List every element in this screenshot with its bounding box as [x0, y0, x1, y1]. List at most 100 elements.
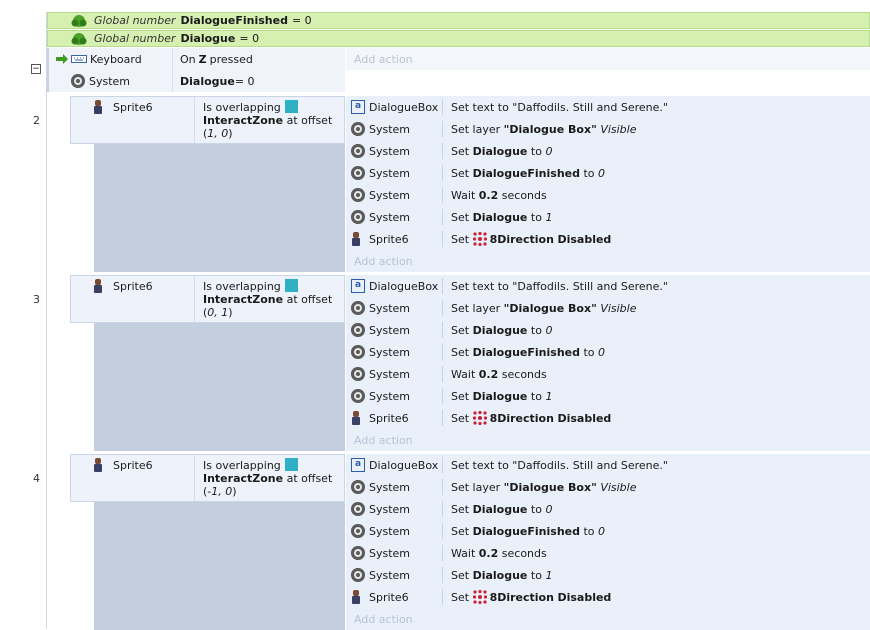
action-row[interactable]: Sprite6 Set 8Direction Disabled: [346, 586, 870, 608]
action-row[interactable]: System Wait 0.2 seconds: [346, 184, 870, 206]
action-separator: [442, 143, 443, 159]
interactzone-icon: [284, 279, 298, 292]
condition-text: On Z pressed: [180, 52, 253, 66]
action-row[interactable]: System Wait 0.2 seconds: [346, 363, 870, 385]
action-object: System: [346, 345, 442, 359]
action-object: System: [346, 389, 442, 403]
action-separator: [442, 300, 443, 316]
condition-keyboard[interactable]: Keyboard: [55, 48, 142, 70]
action-object: a DialogueBox: [346, 458, 442, 472]
condition-object-cell: Sprite6: [93, 458, 153, 472]
action-object: Sprite6: [346, 411, 442, 425]
add-action-button[interactable]: Add action: [354, 608, 413, 630]
action-object: System: [346, 502, 442, 516]
gear-icon: [351, 301, 365, 315]
action-text: Set 8Direction Disabled: [451, 590, 612, 604]
arrow-icon: [56, 54, 68, 64]
action-row[interactable]: System Set Dialogue to 0: [346, 498, 870, 520]
action-row[interactable]: Sprite6 Set 8Direction Disabled: [346, 228, 870, 250]
action-separator: [442, 501, 443, 517]
global-variable-kind: Global number: [94, 32, 176, 45]
gear-icon: [71, 74, 85, 88]
global-variable-row[interactable]: Global number DialogueFinished = 0: [47, 12, 870, 29]
sprite-icon: [351, 411, 365, 425]
action-separator: [442, 165, 443, 181]
gear-icon: [351, 345, 365, 359]
action-object: System: [346, 367, 442, 381]
event-1-actions: [346, 48, 870, 70]
condition-is-overlapping[interactable]: Sprite6 Is overlapping InteractZone at o…: [70, 454, 345, 502]
global-variable-row[interactable]: Global number Dialogue = 0: [47, 30, 870, 47]
action-row[interactable]: a DialogueBox Set text to "Daffodils. Sti…: [346, 96, 870, 118]
global-variable-value: = 0: [239, 32, 260, 45]
gear-icon: [351, 480, 365, 494]
action-separator: [442, 322, 443, 338]
action-text: Set layer "Dialogue Box" Visible: [451, 480, 637, 494]
condition-text: Dialogue = 0: [180, 74, 255, 88]
gear-icon: [351, 122, 365, 136]
add-action-button[interactable]: Add action: [354, 48, 413, 70]
action-object: System: [346, 210, 442, 224]
action-row[interactable]: System Set layer "Dialogue Box" Visible: [346, 476, 870, 498]
action-row[interactable]: System Set layer "Dialogue Box" Visible: [346, 118, 870, 140]
action-text: Wait 0.2 seconds: [451, 188, 547, 202]
condition-separator: [194, 455, 195, 501]
action-separator: [442, 457, 443, 473]
action-row[interactable]: Sprite6 Set 8Direction Disabled: [346, 407, 870, 429]
action-object: System: [346, 568, 442, 582]
collapse-toggle[interactable]: −: [31, 64, 41, 74]
sprite-icon: [93, 458, 103, 472]
action-separator: [442, 209, 443, 225]
action-row[interactable]: System Set Dialogue to 1: [346, 385, 870, 407]
add-action-button[interactable]: Add action: [354, 429, 413, 451]
action-row[interactable]: a DialogueBox Set text to "Daffodils. Sti…: [346, 275, 870, 297]
action-row[interactable]: System Set Dialogue to 1: [346, 564, 870, 586]
gear-icon: [351, 144, 365, 158]
sprite-icon: [351, 232, 365, 246]
action-row[interactable]: System Set DialogueFinished to 0: [346, 162, 870, 184]
action-row[interactable]: System Set layer "Dialogue Box" Visible: [346, 297, 870, 319]
action-object: System: [346, 122, 442, 136]
text-icon: a: [351, 458, 365, 472]
action-text: Set 8Direction Disabled: [451, 411, 612, 425]
action-separator: [442, 479, 443, 495]
condition-system[interactable]: System: [71, 70, 130, 92]
action-row[interactable]: System Set DialogueFinished to 0: [346, 341, 870, 363]
gear-icon: [351, 367, 365, 381]
action-object: System: [346, 323, 442, 337]
action-text: Set Dialogue to 1: [451, 210, 553, 224]
condition-object: System: [89, 74, 131, 88]
action-separator: [442, 523, 443, 539]
action-row[interactable]: System Set DialogueFinished to 0: [346, 520, 870, 542]
action-row[interactable]: System Set Dialogue to 1: [346, 206, 870, 228]
action-row[interactable]: System Wait 0.2 seconds: [346, 542, 870, 564]
action-row[interactable]: a DialogueBox Set text to "Daffodils. Sti…: [346, 454, 870, 476]
event-block-fill: [94, 322, 345, 451]
gear-icon: [351, 502, 365, 516]
keyboard-icon: [71, 55, 87, 63]
event-line-number: 3: [33, 293, 40, 306]
action-text: Set Dialogue to 0: [451, 323, 553, 337]
condition-is-overlapping[interactable]: Sprite6 Is overlapping InteractZone at o…: [70, 275, 345, 323]
action-row[interactable]: System Set Dialogue to 0: [346, 140, 870, 162]
action-text: Wait 0.2 seconds: [451, 546, 547, 560]
action-text: Set text to "Daffodils. Still and Serene…: [451, 279, 668, 293]
action-text: Set Dialogue to 1: [451, 389, 553, 403]
global-variable-icon: [71, 32, 87, 45]
action-separator: [442, 121, 443, 137]
add-action-button[interactable]: Add action: [354, 250, 413, 272]
action-text: Set DialogueFinished to 0: [451, 524, 606, 538]
condition-is-overlapping[interactable]: Sprite6 Is overlapping InteractZone at o…: [70, 96, 345, 144]
event-1-conditions[interactable]: Keyboard On Z pressed System Dialogue = …: [47, 48, 345, 92]
action-text: Wait 0.2 seconds: [451, 367, 547, 381]
interactzone-icon: [284, 100, 298, 113]
action-separator: [442, 388, 443, 404]
action-separator: [442, 410, 443, 426]
action-object: a DialogueBox: [346, 100, 442, 114]
gear-icon: [351, 166, 365, 180]
condition-object-cell: Sprite6: [93, 100, 153, 114]
action-separator: [442, 589, 443, 605]
action-text: Set text to "Daffodils. Still and Serene…: [451, 100, 668, 114]
condition-separator: [194, 97, 195, 143]
action-row[interactable]: System Set Dialogue to 0: [346, 319, 870, 341]
